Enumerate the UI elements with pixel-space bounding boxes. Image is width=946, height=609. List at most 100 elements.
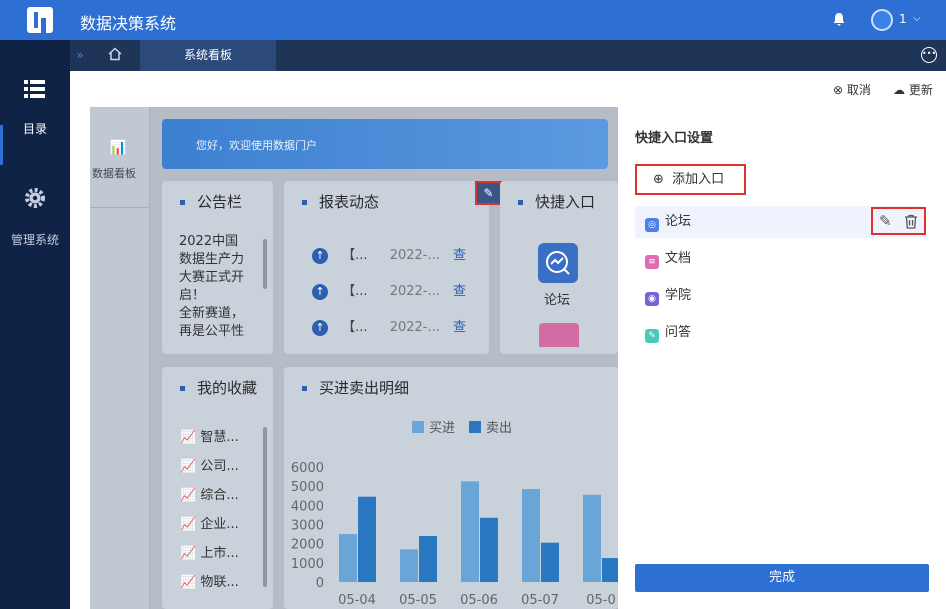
scrollbar[interactable]	[263, 239, 267, 289]
tab-system-board[interactable]: 系统看板	[140, 40, 276, 71]
list-item[interactable]: 📈 上市...	[180, 539, 239, 568]
entry-item-academy[interactable]: ◉ 学院	[635, 280, 925, 312]
doc-icon[interactable]	[539, 323, 579, 347]
arrow-up-icon: ↑	[312, 284, 328, 300]
shield-icon: ◉	[645, 292, 659, 306]
add-entry-button[interactable]: ⊕ 添加入口	[635, 164, 746, 195]
banner-text: 您好，欢迎使用数据门户	[196, 139, 317, 152]
entry-item-docs[interactable]: ≡ 文档	[635, 243, 925, 275]
card-title: 买进卖出明细	[302, 377, 409, 398]
report-feed-card: 报表动态 ↑ 【... 2022-... 查 ↑ 【... 2022-... 查…	[284, 181, 489, 354]
home-tab[interactable]	[90, 40, 140, 71]
x-tick-label: 05-07	[521, 593, 559, 608]
app-logo	[27, 7, 53, 34]
announcement-text: 2022中国 数据生产力 大赛正式开 启！ 全新赛道， 再是公平性	[179, 234, 245, 339]
entry-item-qa[interactable]: ✎ 问答	[635, 317, 925, 349]
nav-item-management[interactable]: 管理系统	[0, 231, 70, 248]
panel-title: 快捷入口设置	[635, 131, 714, 146]
more-icon[interactable]: •••	[921, 47, 937, 63]
y-tick-label: 2000	[291, 538, 324, 553]
bar	[480, 517, 498, 582]
toolbar	[90, 71, 946, 107]
refresh-button[interactable]: ☁ 更新	[893, 81, 933, 98]
trash-icon[interactable]	[904, 214, 918, 229]
y-tick-label: 5000	[291, 480, 324, 495]
bar	[400, 549, 418, 582]
cancel-button[interactable]: ⊗ 取消	[833, 81, 871, 98]
bar	[522, 489, 540, 582]
bar	[461, 481, 479, 582]
card-title: 报表动态	[302, 191, 379, 212]
chart-line-icon: 📈	[180, 517, 197, 532]
close-circle-icon: ⊗	[833, 83, 844, 97]
chevron-down-icon[interactable]: ⌵	[913, 13, 921, 24]
quick-entry-label[interactable]: 论坛	[544, 289, 570, 308]
chart-line-icon: 📈	[180, 575, 197, 590]
list-item[interactable]: 📈 智慧...	[180, 423, 239, 452]
x-tick-label: 05-05	[399, 593, 437, 608]
welcome-banner: 您好，欢迎使用数据门户	[162, 119, 608, 169]
entry-actions: ✎	[871, 207, 926, 235]
app-title: 数据决策系统	[80, 14, 177, 33]
list-item[interactable]: 📈 物联...	[180, 568, 239, 597]
y-tick-label: 6000	[291, 461, 324, 476]
chart-line-icon: 📈	[180, 430, 197, 445]
list-item[interactable]: 📈 公司...	[180, 452, 239, 481]
legend-label: 买进	[429, 421, 455, 436]
plus-circle-icon: ⊕	[653, 172, 664, 187]
chart-line-icon: 📈	[180, 488, 197, 503]
x-tick-label: 05-04	[338, 593, 376, 608]
quick-entry-card: 快捷入口 论坛	[500, 181, 618, 354]
sidebar-label: 数据看板	[92, 167, 136, 180]
legend-label: 卖出	[486, 421, 512, 436]
home-icon	[108, 47, 122, 61]
nav-item-catalog[interactable]: 目录	[0, 120, 70, 137]
user-avatar[interactable]	[871, 9, 893, 31]
edit-icon[interactable]: ✎	[475, 181, 502, 205]
bar	[602, 558, 618, 582]
forum-icon[interactable]	[538, 243, 578, 283]
document-icon: ≡	[645, 255, 659, 269]
expand-icon[interactable]: »	[70, 40, 90, 71]
dashboard-sidebar: 📊 数据看板	[90, 107, 150, 609]
list-item[interactable]: ↑ 【... 2022-... 查	[312, 280, 482, 300]
chart-icon: 📊	[109, 140, 127, 156]
arrow-up-icon: ↑	[312, 248, 328, 264]
trade-chart: 买进 卖出 6000 5000 4000 3000 2000 1000 0 05-04 05-05 0…	[291, 421, 618, 608]
cloud-icon: ☁	[893, 83, 905, 97]
y-tick-label: 1000	[291, 557, 324, 572]
bar	[541, 542, 559, 582]
bar	[339, 534, 357, 582]
user-name[interactable]: 1	[899, 12, 907, 26]
chart-line-icon: 📈	[180, 459, 197, 474]
edit-icon[interactable]: ✎	[879, 212, 892, 230]
done-button[interactable]: 完成	[635, 564, 929, 592]
legend-swatch	[412, 421, 424, 433]
y-tick-label: 4000	[291, 499, 324, 514]
legend-swatch	[469, 421, 481, 433]
scrollbar[interactable]	[263, 427, 267, 587]
bar	[419, 536, 437, 582]
gear-icon[interactable]	[24, 187, 46, 209]
bar	[358, 496, 376, 582]
favorites-list: 📈 智慧... 📈 公司... 📈 综合... 📈 企业... 📈 上市... …	[180, 423, 239, 597]
y-tick-label: 0	[316, 576, 324, 591]
list-icon[interactable]	[24, 79, 46, 99]
dashboard-preview: 📊 数据看板 您好，欢迎使用数据门户 公告栏 2022中国 数据生产力 大赛正式…	[90, 107, 618, 609]
chart-line-icon: 📈	[180, 546, 197, 561]
trade-detail-card: 买进卖出明细 买进 卖出 6000 5000 4000 3000 2000 1000 0 05-0…	[284, 367, 618, 609]
list-item[interactable]: ↑ 【... 2022-... 查	[312, 316, 482, 336]
bar	[583, 494, 601, 582]
card-title: 我的收藏	[180, 377, 257, 398]
list-item[interactable]: 📈 综合...	[180, 481, 239, 510]
chat-icon: ✎	[645, 329, 659, 343]
forum-icon: ◎	[645, 218, 659, 232]
bell-icon[interactable]	[832, 12, 846, 26]
card-title: 快捷入口	[518, 191, 595, 212]
x-tick-label: 05-0	[586, 593, 616, 608]
list-item[interactable]: ↑ 【... 2022-... 查	[312, 244, 482, 264]
y-tick-label: 3000	[291, 519, 324, 534]
list-item[interactable]: 📈 企业...	[180, 510, 239, 539]
card-title: 公告栏	[180, 191, 242, 212]
favorites-card: 我的收藏 📈 智慧... 📈 公司... 📈 综合... 📈 企业... 📈 上…	[162, 367, 273, 609]
